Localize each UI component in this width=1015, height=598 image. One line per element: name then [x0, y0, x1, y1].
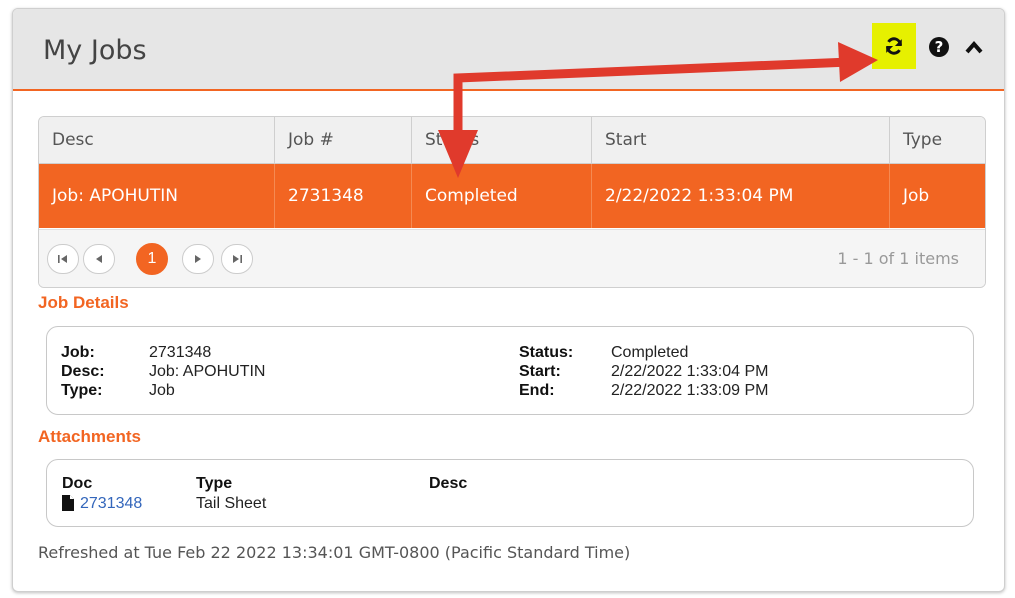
cell-start: 2/22/2022 1:33:04 PM: [592, 164, 890, 228]
column-header-desc[interactable]: Desc: [39, 117, 275, 163]
column-header-job-number[interactable]: Job #: [275, 117, 412, 163]
refresh-button[interactable]: [872, 23, 916, 69]
jobs-grid: Desc Job # Status Start Type Job: APOHUT…: [38, 116, 986, 288]
refreshed-timestamp: Refreshed at Tue Feb 22 2022 13:34:01 GM…: [38, 543, 631, 562]
previous-page-button[interactable]: [83, 244, 115, 274]
label-status: Status:: [519, 344, 574, 361]
cell-status: Completed: [412, 164, 592, 228]
label-job: Job:: [61, 344, 95, 361]
attachments-header-doc: Doc: [62, 475, 93, 492]
previous-page-icon: [96, 255, 102, 263]
last-page-button[interactable]: [221, 244, 253, 274]
last-page-icon: [233, 255, 242, 263]
pager-info: 1 - 1 of 1 items: [837, 249, 959, 268]
column-header-type[interactable]: Type: [890, 117, 985, 163]
job-details-box: Job: Desc: Type: 2731348 Job: APOHUTIN J…: [46, 326, 974, 415]
column-header-start[interactable]: Start: [592, 117, 890, 163]
pager: 1 1 - 1 of 1 items: [39, 229, 985, 287]
job-details-title: Job Details: [38, 293, 129, 312]
table-row[interactable]: Job: APOHUTIN 2731348 Completed 2/22/202…: [39, 164, 985, 228]
collapse-button[interactable]: [961, 35, 987, 61]
first-page-icon: [58, 255, 67, 263]
label-type: Type:: [61, 382, 103, 399]
value-job: 2731348: [149, 344, 212, 361]
page-1-button[interactable]: 1: [136, 243, 168, 275]
attachments-header-desc: Desc: [429, 475, 468, 492]
cell-job-number: 2731348: [275, 164, 412, 228]
next-page-icon: [195, 255, 201, 263]
cell-desc: Job: APOHUTIN: [39, 164, 275, 228]
attachments-title: Attachments: [38, 427, 141, 446]
question-icon: ?: [934, 38, 944, 56]
value-end: 2/22/2022 1:33:09 PM: [611, 382, 769, 399]
document-icon: [62, 495, 74, 511]
cell-type: Job: [903, 186, 930, 206]
column-header-status[interactable]: Status: [412, 117, 592, 163]
attachment-doc-link[interactable]: 2731348: [80, 494, 142, 513]
label-end: End:: [519, 382, 555, 399]
refresh-icon: [886, 37, 902, 55]
label-start: Start:: [519, 363, 561, 380]
grid-header: Desc Job # Status Start Type: [39, 117, 985, 164]
value-start: 2/22/2022 1:33:04 PM: [611, 363, 769, 380]
chevron-up-icon: [965, 40, 983, 54]
panel-header: My Jobs ?: [13, 9, 1004, 91]
value-type: Job: [149, 382, 175, 399]
label-desc: Desc:: [61, 363, 105, 380]
value-desc: Job: APOHUTIN: [149, 363, 266, 380]
attachments-box: Doc Type Desc 2731348 Tail Sheet: [46, 459, 974, 527]
my-jobs-panel: My Jobs ? Desc Job # Status Start Type J…: [12, 8, 1005, 592]
next-page-button[interactable]: [182, 244, 214, 274]
value-status: Completed: [611, 344, 689, 361]
panel-title: My Jobs: [43, 35, 147, 66]
first-page-button[interactable]: [47, 244, 79, 274]
attachments-header-type: Type: [196, 475, 233, 492]
help-button[interactable]: ?: [929, 37, 949, 57]
attachment-type: Tail Sheet: [196, 495, 267, 512]
